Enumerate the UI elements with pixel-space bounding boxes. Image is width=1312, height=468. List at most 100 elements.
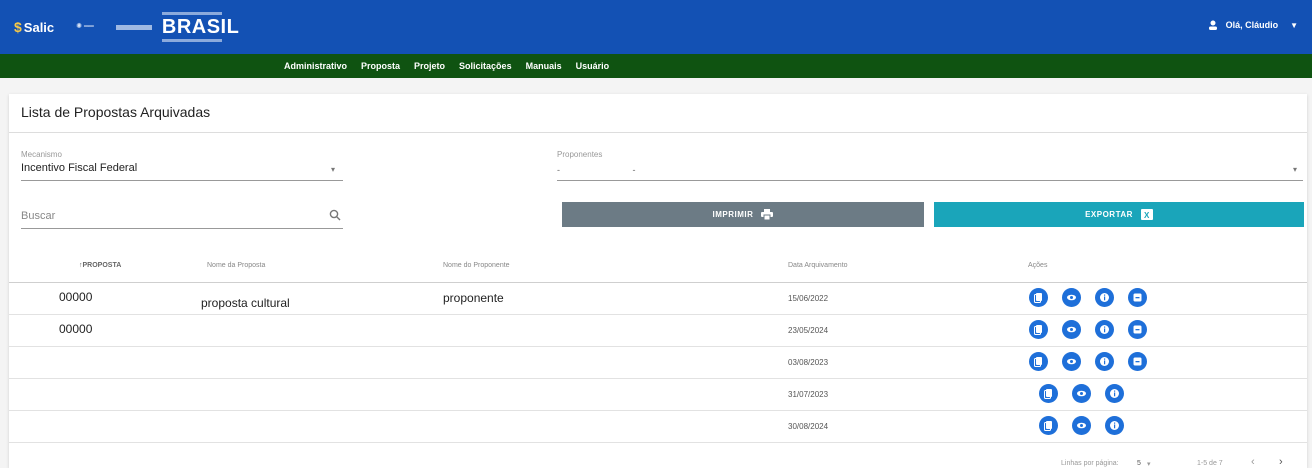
info-action-button[interactable]	[1095, 352, 1114, 371]
search-icon[interactable]	[329, 209, 341, 221]
unarchive-action-button[interactable]	[1128, 288, 1147, 307]
app-name: Salic	[23, 19, 55, 35]
info-icon	[1109, 420, 1120, 431]
cell-data-arquivamento: 23/05/2024	[788, 326, 829, 335]
mecanismo-label: Mecanismo	[21, 150, 62, 159]
user-icon	[1208, 20, 1217, 30]
unarchive-icon	[1132, 356, 1143, 367]
page-range: 1-5 de 7	[1197, 460, 1223, 467]
title-divider	[9, 132, 1307, 133]
user-menu[interactable]: Olá, Cláudio ▼	[1208, 20, 1298, 30]
column-header-data-arquivamento[interactable]: Data Arquivamento	[788, 262, 848, 269]
mecanismo-underline	[21, 180, 343, 181]
page-title: Lista de Propostas Arquivadas	[21, 104, 211, 120]
brasil-logo: BRASIL	[161, 12, 240, 42]
row-divider	[9, 378, 1307, 379]
nav-item-solicitacoes[interactable]: Solicitações	[459, 61, 512, 71]
info-icon	[1099, 324, 1110, 335]
copy-icon	[1033, 324, 1044, 335]
printer-icon	[761, 209, 774, 220]
cell-data-arquivamento: 15/06/2022	[788, 294, 829, 303]
nav-item-administrativo[interactable]: Administrativo	[284, 61, 347, 71]
proponentes-underline	[557, 180, 1303, 181]
salic-logo[interactable]: $ Salic	[14, 19, 54, 35]
eye-action-button[interactable]	[1062, 288, 1081, 307]
cell-nome-proponente: proponente	[443, 291, 504, 305]
column-header-acoes: Ações	[1028, 262, 1048, 269]
eye-action-button[interactable]	[1062, 352, 1081, 371]
rows-per-page-label: Linhas por página:	[1061, 460, 1119, 467]
chevron-down-icon: ▼	[1290, 20, 1298, 30]
copy-icon	[1033, 292, 1044, 303]
user-name: Olá, Cláudio	[1225, 20, 1279, 30]
search-input[interactable]: Buscar	[21, 210, 55, 222]
info-icon	[1099, 292, 1110, 303]
eye-icon	[1066, 292, 1077, 303]
top-header: $ Salic ✺ ══ BRASIL Olá, Cláudio ▼	[0, 0, 1312, 54]
svg-text:X: X	[1144, 211, 1150, 220]
column-header-nome-proponente[interactable]: Nome do Proponente	[443, 262, 510, 269]
mecanismo-select[interactable]: Incentivo Fiscal Federal	[21, 162, 137, 174]
cell-proposta: 00000	[59, 322, 93, 336]
copy-action-button[interactable]	[1039, 416, 1058, 435]
nav-item-usuario[interactable]: Usuário	[576, 61, 610, 71]
row-divider	[9, 346, 1307, 347]
column-header-proposta[interactable]: ↑PROPOSTA	[79, 262, 121, 269]
eye-action-button[interactable]	[1062, 320, 1081, 339]
row-divider	[9, 314, 1307, 315]
copy-action-button[interactable]	[1029, 352, 1048, 371]
search-underline	[21, 228, 343, 229]
chevron-down-icon[interactable]: ▾	[1293, 165, 1297, 174]
cell-data-arquivamento: 30/08/2024	[788, 422, 829, 431]
copy-icon	[1043, 388, 1054, 399]
print-button-label: IMPRIMIR	[712, 210, 754, 219]
info-icon	[1099, 356, 1110, 367]
eye-icon	[1066, 356, 1077, 367]
copy-icon	[1043, 420, 1054, 431]
export-button-label: EXPORTAR	[1085, 210, 1133, 219]
copy-action-button[interactable]	[1039, 384, 1058, 403]
eye-icon	[1076, 388, 1087, 399]
rows-per-page-select[interactable]: 5	[1137, 460, 1141, 467]
unarchive-action-button[interactable]	[1128, 320, 1147, 339]
info-action-button[interactable]	[1105, 384, 1124, 403]
proponentes-label: Proponentes	[557, 150, 603, 159]
cell-proposta: 00000	[59, 290, 93, 304]
copy-action-button[interactable]	[1029, 288, 1048, 307]
next-page-icon[interactable]: ›	[1279, 456, 1283, 468]
main-nav: Administrativo Proposta Projeto Solicita…	[0, 54, 1312, 78]
salic-dollar-icon: $	[14, 19, 22, 35]
eye-icon	[1066, 324, 1077, 335]
info-action-button[interactable]	[1095, 288, 1114, 307]
unarchive-icon	[1132, 324, 1143, 335]
info-action-button[interactable]	[1105, 416, 1124, 435]
info-action-button[interactable]	[1095, 320, 1114, 339]
export-button[interactable]: EXPORTAR X	[934, 202, 1304, 227]
eye-icon	[1076, 420, 1087, 431]
nav-item-manuais[interactable]: Manuais	[526, 61, 562, 71]
unarchive-icon	[1132, 292, 1143, 303]
eye-action-button[interactable]	[1072, 416, 1091, 435]
nav-item-projeto[interactable]: Projeto	[414, 61, 445, 71]
info-icon	[1109, 388, 1120, 399]
ministry-logo: ✺ ══	[76, 23, 94, 30]
nav-item-proposta[interactable]: Proposta	[361, 61, 400, 71]
print-button[interactable]: IMPRIMIR	[562, 202, 924, 227]
cell-nome-proposta: proposta cultural	[201, 296, 290, 310]
copy-icon	[1033, 356, 1044, 367]
ministry-strip	[115, 24, 152, 30]
cell-data-arquivamento: 31/07/2023	[788, 390, 829, 399]
unarchive-action-button[interactable]	[1128, 352, 1147, 371]
column-header-nome-proposta[interactable]: Nome da Proposta	[207, 262, 265, 269]
proponentes-select[interactable]: - -	[557, 165, 636, 175]
chevron-down-icon[interactable]: ▾	[1147, 460, 1151, 468]
eye-action-button[interactable]	[1072, 384, 1091, 403]
row-divider	[9, 442, 1307, 443]
row-divider	[9, 410, 1307, 411]
header-divider	[9, 282, 1307, 283]
prev-page-icon[interactable]: ‹	[1251, 456, 1255, 468]
chevron-down-icon[interactable]: ▾	[331, 165, 335, 174]
copy-action-button[interactable]	[1029, 320, 1048, 339]
spreadsheet-icon: X	[1140, 209, 1153, 220]
content-card: Lista de Propostas Arquivadas Mecanismo …	[9, 94, 1307, 468]
